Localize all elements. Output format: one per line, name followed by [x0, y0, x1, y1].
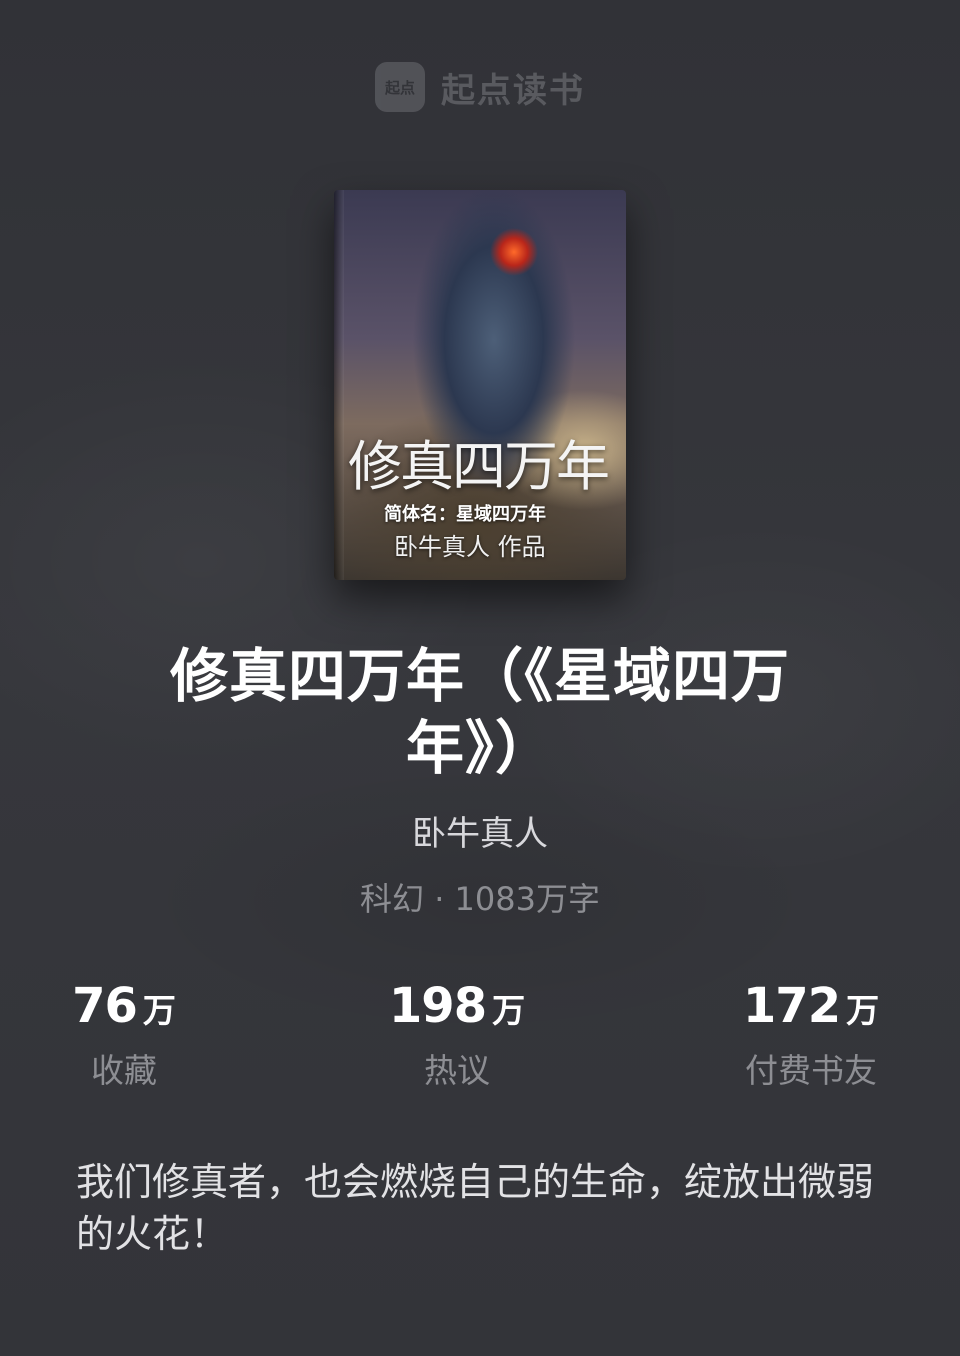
- stat-unit: 万: [142, 991, 176, 1030]
- book-intro: 我们修真者，也会燃烧自己的生命，绽放出微弱的火花！: [76, 1160, 875, 1256]
- cover-spine: [334, 190, 344, 580]
- book-cover[interactable]: 修真四万年 简体名：星域四万年 卧牛真人 作品: [334, 190, 626, 580]
- stat-value: 76 万: [72, 978, 176, 1034]
- stat-number: 172: [742, 978, 841, 1034]
- book-author[interactable]: 卧牛真人: [0, 806, 960, 855]
- qidian-logo-icon: 起点: [375, 62, 425, 112]
- stat-label: 热议: [424, 1051, 490, 1090]
- stat-unit: 万: [846, 991, 880, 1030]
- stat-discussions: 198 万 热议: [372, 978, 542, 1092]
- cover-author-line: 卧牛真人 作品: [394, 533, 546, 561]
- book-meta: 科幻 · 1083万字: [360, 880, 600, 918]
- stat-label: 收藏: [91, 1051, 157, 1090]
- stat-favorites: 76 万 收藏: [54, 978, 194, 1092]
- book-title: 修真四万年（《星域四万年》）: [169, 642, 790, 782]
- stat-paid-readers: 172 万 付费书友: [716, 978, 906, 1092]
- stat-number: 76: [72, 978, 138, 1034]
- brand-name: 起点读书: [441, 70, 585, 111]
- stat-label: 付费书友: [745, 1051, 877, 1090]
- stat-value: 172 万: [743, 978, 879, 1034]
- stat-value: 198 万: [389, 978, 525, 1034]
- stat-unit: 万: [492, 991, 526, 1030]
- brand-header: 起点 起点读书: [0, 62, 960, 112]
- cover-subtitle: 简体名：星域四万年: [384, 504, 546, 525]
- cover-title: 修真四万年: [348, 435, 610, 498]
- stat-number: 198: [388, 978, 487, 1034]
